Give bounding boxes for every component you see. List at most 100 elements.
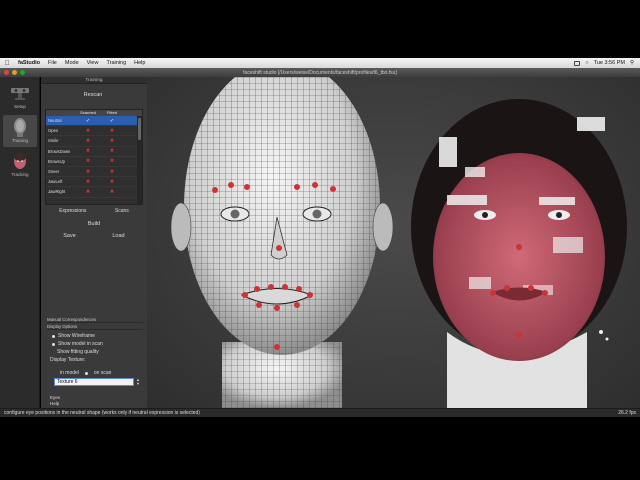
not-scanned-marker-icon[interactable]: ✖	[76, 148, 100, 154]
show-fitting-quality-label: Show fitting quality	[57, 349, 99, 355]
table-row[interactable]: Open ✖ ✖	[46, 126, 142, 137]
display-options-header[interactable]: Display Options	[47, 324, 143, 330]
menu-mode[interactable]: Mode	[61, 60, 83, 66]
wireframe-head-model[interactable]	[170, 77, 394, 408]
not-fitted-marker-icon[interactable]: ✖	[100, 189, 124, 195]
table-row[interactable]: BrowsDown ✖ ✖	[46, 147, 142, 157]
table-scrollbar[interactable]	[137, 116, 142, 204]
expression-name: Smile	[48, 138, 59, 144]
tool-training[interactable]: Training	[3, 115, 37, 147]
apple-icon[interactable]: 	[0, 60, 14, 67]
menu-view[interactable]: View	[83, 60, 103, 66]
expression-name: Open	[48, 128, 59, 134]
menu-help[interactable]: Help	[130, 60, 149, 66]
mode-toolbar: Setup Training Tracking	[0, 77, 40, 408]
save-button[interactable]: Save	[45, 231, 94, 241]
not-fitted-marker-icon[interactable]: ✖	[100, 128, 124, 134]
scrollbar-thumb[interactable]	[138, 118, 141, 140]
menu-app-name[interactable]: faStudio	[14, 60, 44, 66]
table-row[interactable]: Sneer ✖ ✖	[46, 167, 142, 178]
viewport-canvas[interactable]	[147, 77, 640, 408]
camera-sensor-icon	[11, 88, 29, 100]
table-row[interactable]: Smile ✖ ✖	[46, 136, 142, 147]
not-scanned-marker-icon[interactable]: ✖	[76, 138, 100, 144]
show-model-in-scan-option[interactable]: Show model in scan	[52, 341, 103, 347]
close-window-icon[interactable]	[4, 70, 9, 75]
window-title: faceshift studio [/Users/weise/Documents…	[243, 69, 397, 76]
tab-expressions[interactable]: Expressions	[59, 207, 86, 216]
not-fitted-marker-icon[interactable]: ✖	[100, 138, 124, 144]
rescan-button[interactable]: Rescan	[45, 90, 141, 100]
table-tabs: Expressions Scans	[45, 207, 143, 216]
wifi-icon[interactable]: ○	[585, 60, 588, 66]
texture-target-radios: in model on scan	[60, 370, 111, 376]
training-panel: Training Rescan Scanned Fitted Neutral ✔ ✔…	[41, 77, 147, 408]
show-fitting-quality-option[interactable]: Show fitting quality	[57, 349, 99, 355]
not-fitted-marker-icon[interactable]: ✖	[100, 169, 124, 175]
radio-on-scan-indicator-icon[interactable]	[84, 371, 88, 375]
menubar:  faStudio File Mode View Training Help …	[0, 58, 640, 68]
not-scanned-marker-icon[interactable]: ✖	[76, 189, 100, 195]
show-wireframe-option[interactable]: Show Wireframe	[52, 333, 95, 339]
not-fitted-marker-icon[interactable]: ✖	[100, 158, 124, 164]
expression-name: JawLeft	[48, 179, 63, 185]
display-texture-label: Display Texture:	[50, 357, 86, 363]
model-in-scan-bullet-icon	[52, 342, 55, 346]
show-wireframe-label: Show Wireframe	[58, 333, 95, 339]
help-section[interactable]: Help	[50, 401, 59, 406]
stepper-down-icon[interactable]: ▼	[135, 382, 141, 386]
expression-name: Neutral	[48, 118, 62, 124]
col-fitted-header[interactable]: Fitted	[100, 110, 124, 116]
not-scanned-marker-icon[interactable]: ✖	[76, 169, 100, 175]
build-button[interactable]: Build	[45, 219, 143, 229]
status-message: configure eye positions in the neutral s…	[4, 410, 200, 416]
3d-viewport[interactable]	[147, 77, 640, 408]
menu-training[interactable]: Training	[102, 60, 130, 66]
radio-on-scan[interactable]: on scan	[94, 370, 112, 376]
table-row[interactable]: BrowsUp ✖ ✖	[46, 157, 142, 167]
expression-name: BrowsUp	[48, 158, 65, 164]
fps-readout: 26.2 fps	[618, 410, 636, 416]
scanned-face-model[interactable]	[411, 99, 627, 408]
radio-in-model[interactable]: in model	[60, 370, 79, 376]
load-button[interactable]: Load	[94, 231, 143, 241]
wireframe-bullet-icon	[52, 334, 55, 338]
tool-setup-label: Setup	[14, 104, 26, 109]
table-row[interactable]: JawRight ✖ ✖	[46, 187, 142, 198]
fitted-check-icon[interactable]: ✔	[100, 118, 124, 124]
col-name-header	[46, 110, 76, 116]
show-model-in-scan-label: Show model in scan	[58, 341, 103, 347]
expression-name: JawRight	[48, 189, 66, 195]
clock[interactable]: Tue 3:56 PM	[594, 60, 625, 66]
manual-correspondences-header[interactable]: Manual Correspondences	[47, 317, 143, 323]
window-titlebar: faceshift studio [/Users/weise/Documents…	[0, 68, 640, 77]
scanned-check-icon[interactable]: ✔	[76, 118, 100, 124]
not-fitted-marker-icon[interactable]: ✖	[100, 148, 124, 154]
not-fitted-marker-icon[interactable]: ✖	[100, 179, 124, 185]
tool-tracking[interactable]: Tracking	[3, 149, 37, 181]
table-row[interactable]: JawLeft ✖ ✖	[46, 177, 142, 188]
texture-stepper[interactable]: ▲ ▼	[135, 378, 141, 386]
menu-file[interactable]: File	[44, 60, 61, 66]
tool-tracking-label: Tracking	[11, 172, 29, 177]
texture-select[interactable]: Texture 6	[54, 378, 134, 386]
table-row[interactable]: Neutral ✔ ✔	[46, 116, 142, 127]
tool-setup[interactable]: Setup	[3, 81, 37, 113]
spotlight-icon[interactable]: ⚲	[630, 60, 634, 66]
not-scanned-marker-icon[interactable]: ✖	[76, 128, 100, 134]
not-scanned-marker-icon[interactable]: ✖	[76, 179, 100, 185]
status-bar: configure eye positions in the neutral s…	[0, 408, 640, 417]
tab-scans[interactable]: Scans	[115, 207, 129, 216]
expression-name: BrowsDown	[48, 148, 71, 154]
expression-table: Scanned Fitted Neutral ✔ ✔ Open ✖ ✖ Smile ✖ ✖ Bro…	[45, 109, 143, 205]
battery-icon[interactable]	[574, 60, 581, 66]
zoom-window-icon[interactable]	[20, 70, 25, 75]
expression-name: Sneer	[48, 169, 60, 175]
face-tracking-icon	[14, 153, 26, 169]
minimize-window-icon[interactable]	[12, 70, 17, 75]
not-scanned-marker-icon[interactable]: ✖	[76, 158, 100, 164]
col-scanned-header[interactable]: Scanned	[76, 110, 100, 116]
eyes-section[interactable]: Eyes	[50, 395, 60, 400]
letterbox-bottom	[0, 420, 640, 480]
letterbox-top	[0, 0, 640, 58]
